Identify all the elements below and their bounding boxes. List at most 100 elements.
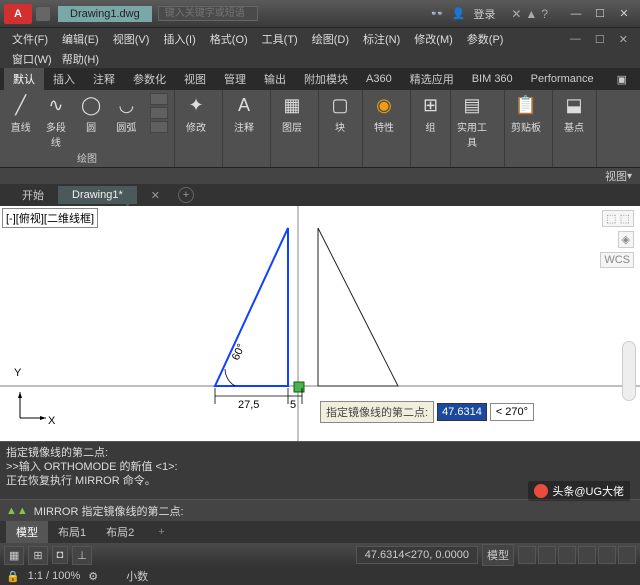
watermark: 头条@UG大佬 — [528, 481, 630, 501]
exchange-icon[interactable]: ✕ — [511, 7, 521, 21]
sb-i5[interactable] — [598, 546, 616, 564]
menu-param[interactable]: 参数(P) — [461, 29, 510, 49]
sb-modelspace[interactable]: 模型 — [482, 544, 514, 566]
new-tab-button[interactable]: + — [178, 187, 194, 203]
help-icon[interactable]: ? — [541, 7, 548, 21]
tab-manage[interactable]: 管理 — [215, 68, 255, 90]
user-icon[interactable]: 👤 — [452, 7, 466, 20]
tool-polyline[interactable]: ∿多段线 — [41, 93, 70, 149]
tool-arc[interactable]: ◡圆弧 — [112, 93, 141, 134]
sb-lock-icon[interactable]: 🔒 — [6, 570, 20, 583]
search-input[interactable] — [158, 6, 258, 21]
sb-gear-icon[interactable]: ⚙ — [88, 570, 98, 583]
sb-grid[interactable]: ⊞ — [28, 546, 47, 565]
tab-featured[interactable]: 精选应用 — [401, 68, 463, 90]
prompt-label: 指定镜像线的第二点: — [320, 401, 434, 423]
tool-layer[interactable]: ▦图层 — [277, 93, 307, 134]
svg-text:27,5: 27,5 — [238, 399, 259, 411]
panel-view-label: 视图 — [605, 168, 627, 184]
tool-text[interactable]: A注释 — [229, 93, 259, 134]
panel-draw-label: 绘图 — [0, 150, 174, 165]
svg-text:X: X — [48, 415, 56, 427]
tab-view[interactable]: 视图 — [175, 68, 215, 90]
document-tabs: 开始 Drawing1* ✕ + — [0, 184, 640, 206]
mdi-close[interactable]: ✕ — [613, 31, 634, 48]
distance-input[interactable]: 47.6314 — [437, 403, 487, 421]
maximize-button[interactable]: ☐ — [588, 4, 612, 24]
binoculars-icon[interactable]: 👓 — [430, 7, 444, 20]
dynamic-input: 指定镜像线的第二点: 47.6314 < 270° — [320, 401, 534, 423]
tab-output[interactable]: 输出 — [255, 68, 295, 90]
tool-line[interactable]: ╱直线 — [6, 93, 35, 134]
sb-i3[interactable] — [558, 546, 576, 564]
tool-group[interactable]: ⊞组 — [417, 93, 444, 134]
svg-text:5: 5 — [290, 399, 296, 411]
angle-input[interactable]: < 270° — [490, 403, 534, 421]
app-icon[interactable]: A — [4, 4, 32, 24]
tab-bim360[interactable]: BIM 360 — [463, 70, 522, 88]
navbar-tool[interactable] — [622, 341, 636, 401]
tool-block[interactable]: ▢块 — [325, 93, 355, 134]
menu-insert[interactable]: 插入(I) — [157, 29, 201, 49]
drawing-canvas[interactable]: [-][俯视][二维线框] ⬚ ⬚ ◈ WCS 60° 27,5 5 Y X 指… — [0, 206, 640, 441]
coordinates: 47.6314<270, 0.0000 — [356, 546, 478, 564]
menu-dim[interactable]: 标注(N) — [357, 29, 406, 49]
tab-addins[interactable]: 附加模块 — [295, 68, 357, 90]
mirror-icon: ▲▲ — [6, 505, 28, 517]
menu-file[interactable]: 文件(F) — [6, 29, 54, 49]
mdi-min[interactable]: — — [564, 31, 587, 47]
menu-draw[interactable]: 绘图(D) — [306, 29, 355, 49]
tab-drawing1[interactable]: Drawing1* — [58, 186, 137, 204]
sb-units[interactable]: 小数 — [126, 568, 148, 584]
layout-1[interactable]: 布局1 — [48, 521, 96, 543]
layout-add[interactable]: + — [148, 523, 174, 541]
sb-i1[interactable] — [518, 546, 536, 564]
ribbon-collapse-icon[interactable]: ▣ — [608, 70, 636, 89]
command-line[interactable]: ▲▲ MIRROR 指定镜像线的第二点: — [0, 499, 640, 521]
sb-snap[interactable]: ◘ — [52, 546, 69, 564]
tool-clipboard[interactable]: 📋剪贴板 — [511, 93, 541, 134]
menu-tools[interactable]: 工具(T) — [256, 29, 304, 49]
doc-title: Drawing1.dwg — [58, 6, 152, 22]
sb-i2[interactable] — [538, 546, 556, 564]
tab-insert[interactable]: 插入 — [44, 68, 84, 90]
sb-scale[interactable]: 1:1 / 100% — [28, 570, 81, 582]
menu-help[interactable]: 帮助(H) — [62, 51, 99, 67]
tool-circle[interactable]: ◯圆 — [77, 93, 106, 134]
sb-ortho[interactable]: ⊥ — [72, 546, 92, 565]
layout-model[interactable]: 模型 — [6, 521, 48, 543]
tool-util[interactable]: ▤实用工具 — [457, 93, 487, 149]
close-button[interactable]: ✕ — [612, 4, 636, 24]
menu-view[interactable]: 视图(V) — [107, 29, 156, 49]
menu-modify[interactable]: 修改(M) — [408, 29, 459, 49]
tool-props[interactable]: ◉特性 — [369, 93, 399, 134]
menu-edit[interactable]: 编辑(E) — [56, 29, 105, 49]
svg-text:60°: 60° — [230, 342, 248, 362]
tool-modify[interactable]: ✦修改 — [181, 93, 211, 134]
status-bar: ▦ ⊞ ◘ ⊥ 47.6314<270, 0.0000 模型 — [0, 543, 640, 567]
sb-i4[interactable] — [578, 546, 596, 564]
menu-bar: 文件(F) 编辑(E) 视图(V) 插入(I) 格式(O) 工具(T) 绘图(D… — [0, 28, 640, 50]
layout-2[interactable]: 布局2 — [96, 521, 144, 543]
tab-parametric[interactable]: 参数化 — [124, 68, 175, 90]
tool-basepoint[interactable]: ⬓基点 — [559, 93, 589, 134]
svg-text:Y: Y — [14, 367, 22, 379]
cloud-icon[interactable]: ▲ — [525, 7, 537, 21]
minimize-button[interactable]: — — [564, 4, 588, 24]
sb-model[interactable]: ▦ — [4, 546, 24, 565]
tab-close-icon[interactable]: ✕ — [151, 189, 160, 202]
mdi-max[interactable]: ☐ — [589, 31, 611, 48]
login-link[interactable]: 登录 — [473, 6, 495, 22]
tab-a360[interactable]: A360 — [357, 70, 401, 88]
layout-tabs: 模型 布局1 布局2 + — [0, 521, 640, 543]
tab-performance[interactable]: Performance — [522, 70, 603, 88]
tab-start[interactable]: 开始 — [8, 184, 58, 206]
ribbon-tabs: 默认 插入 注释 参数化 视图 管理 输出 附加模块 A360 精选应用 BIM… — [0, 68, 640, 90]
quick-access[interactable] — [36, 7, 50, 21]
menu-window[interactable]: 窗口(W) — [12, 51, 52, 67]
sb-i6[interactable] — [618, 546, 636, 564]
tab-default[interactable]: 默认 — [4, 68, 44, 90]
ribbon: ╱直线 ∿多段线 ◯圆 ◡圆弧 绘图 ✦修改 A注释 ▦图层 ▢块 ◉特性 ⊞组… — [0, 90, 640, 168]
menu-format[interactable]: 格式(O) — [204, 29, 254, 49]
tab-annotate[interactable]: 注释 — [84, 68, 124, 90]
